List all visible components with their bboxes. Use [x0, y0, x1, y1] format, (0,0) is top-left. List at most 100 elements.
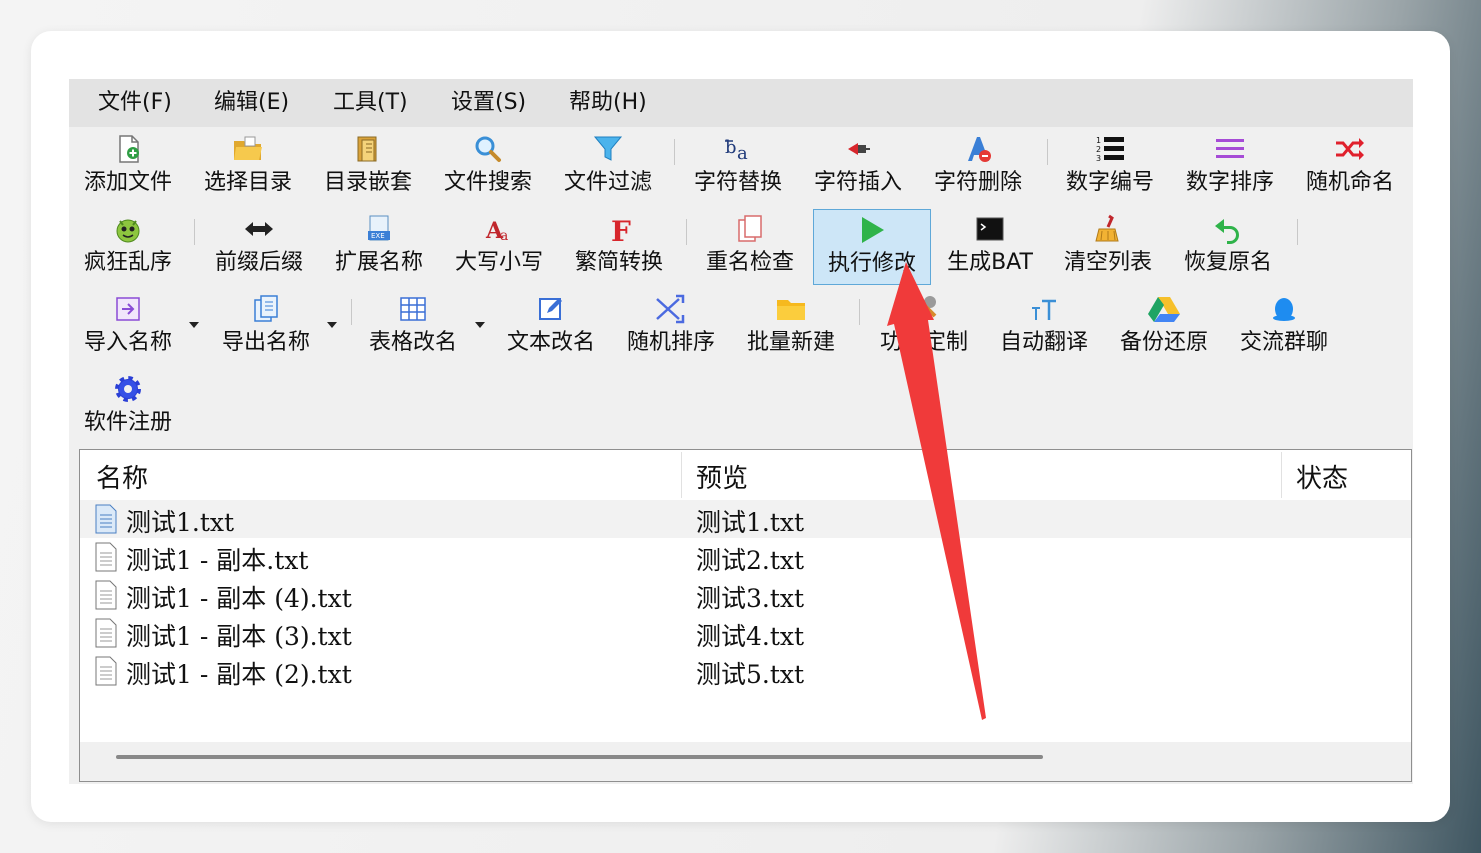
select-directory-button[interactable]: 选择目录 [189, 129, 307, 205]
copy-pages-icon [691, 213, 809, 249]
char-insert-label: 字符插入 [813, 170, 902, 195]
restore-name-button[interactable]: 恢复原名 [1169, 209, 1287, 285]
random-sort-icon [612, 293, 730, 329]
char-delete-button[interactable]: 字符删除 [919, 129, 1037, 205]
directory-nest-button[interactable]: 目录嵌套 [309, 129, 427, 205]
random-name-button[interactable]: 随机命名 [1291, 129, 1409, 205]
import-names-button[interactable]: 导入名称 [69, 289, 187, 365]
execute-change-button[interactable]: 执行修改 [813, 209, 931, 285]
menu-bar: 文件(F) 编辑(E) 工具(T) 设置(S) 帮助(H) [69, 79, 1413, 127]
file-name: 测试1.txt [126, 508, 235, 537]
extension-name-button[interactable]: EXE 扩展名称 [320, 209, 438, 285]
table-row[interactable]: 测试1 - 副本 (3).txt 测试4.txt [80, 614, 1411, 652]
file-preview: 测试5.txt [696, 660, 805, 689]
edit-pen-icon [492, 293, 610, 329]
software-register-button[interactable]: 软件注册 [69, 369, 187, 445]
svg-text:2: 2 [1096, 145, 1101, 154]
duplicate-check-button[interactable]: 重名检查 [691, 209, 809, 285]
menu-settings[interactable]: 设置(S) [451, 87, 526, 119]
chat-group-button[interactable]: 交流群聊 [1225, 289, 1343, 365]
toolbar-separator [1047, 139, 1048, 165]
char-insert-icon [799, 133, 917, 169]
crazy-shuffle-button[interactable]: 疯狂乱序 [69, 209, 187, 285]
file-filter-label: 文件过滤 [563, 170, 652, 195]
generate-bat-button[interactable]: 生成BAT [931, 209, 1049, 285]
export-names-button[interactable]: 导出名称 [207, 289, 325, 365]
backup-restore-button[interactable]: 备份还原 [1105, 289, 1223, 365]
chat-group-label: 交流群聊 [1239, 330, 1328, 355]
file-name: 测试1 - 副本 (4).txt [126, 584, 352, 613]
file-search-label: 文件搜索 [443, 170, 532, 195]
auto-translate-button[interactable]: 自动翻译 [985, 289, 1103, 365]
toolbar-separator [1297, 219, 1298, 245]
menu-help[interactable]: 帮助(H) [569, 87, 647, 119]
number-sequence-button[interactable]: 123 数字编号 [1051, 129, 1169, 205]
file-preview: 测试2.txt [696, 546, 805, 575]
import-names-label: 导入名称 [83, 330, 172, 355]
svg-text:EXE: EXE [371, 232, 385, 240]
svg-text:a: a [500, 228, 508, 244]
smiley-bug-icon [69, 213, 187, 249]
char-insert-button[interactable]: 字符插入 [799, 129, 917, 205]
file-list-view[interactable]: 名称 预览 状态 测试1.txt 测试1.txt 测试1 - 副本.txt 测试… [79, 449, 1412, 782]
crazy-shuffle-label: 疯狂乱序 [83, 250, 172, 275]
column-header-preview[interactable]: 预览 [696, 458, 748, 495]
char-replace-button[interactable]: ba 字符替换 [679, 129, 797, 205]
file-search-button[interactable]: 文件搜索 [429, 129, 547, 205]
export-dropdown-arrow[interactable] [327, 322, 337, 328]
qq-penguin-icon [1225, 293, 1343, 329]
import-dropdown-arrow[interactable] [189, 322, 199, 328]
play-icon [814, 214, 930, 250]
restore-name-label: 恢复原名 [1183, 250, 1272, 275]
text-rename-button[interactable]: 文本改名 [492, 289, 610, 365]
funnel-icon [549, 133, 667, 169]
text-file-icon [94, 656, 118, 690]
generate-bat-label: 生成BAT [947, 250, 1033, 275]
toolbar-separator [674, 139, 675, 165]
clear-list-button[interactable]: 清空列表 [1049, 209, 1167, 285]
case-convert-button[interactable]: Aa 大写小写 [440, 209, 558, 285]
column-header-status[interactable]: 状态 [1296, 458, 1348, 495]
table-row[interactable]: 测试1 - 副本 (4).txt 测试3.txt [80, 576, 1411, 614]
auto-translate-label: 自动翻译 [999, 330, 1088, 355]
export-doc-icon [207, 293, 325, 329]
table-row[interactable]: 测试1 - 副本.txt 测试2.txt [80, 538, 1411, 576]
horizontal-scrollbar[interactable] [80, 742, 1411, 781]
execute-change-label: 执行修改 [827, 251, 916, 276]
menu-edit[interactable]: 编辑(E) [214, 87, 289, 119]
customize-button[interactable]: 功能定制 [865, 289, 983, 365]
table-grid-icon [354, 293, 472, 329]
menu-file[interactable]: 文件(F) [98, 87, 172, 119]
shuffle-icon [1291, 133, 1409, 169]
table-row[interactable]: 测试1.txt 测试1.txt [80, 500, 1411, 538]
duplicate-check-label: 重名检查 [705, 250, 794, 275]
random-sort-button[interactable]: 随机排序 [612, 289, 730, 365]
toolbar-separator [194, 219, 195, 245]
table-rename-dropdown-arrow[interactable] [475, 322, 485, 328]
batch-create-button[interactable]: 批量新建 [732, 289, 850, 365]
search-icon [429, 133, 547, 169]
column-divider[interactable] [1281, 452, 1282, 498]
file-filter-button[interactable]: 文件过滤 [549, 129, 667, 205]
char-delete-icon [919, 133, 1037, 169]
text-rename-label: 文本改名 [506, 330, 595, 355]
trad-simp-label: 繁简转换 [574, 250, 663, 275]
svg-text:F: F [611, 215, 631, 245]
f-letter-icon: F [560, 213, 678, 249]
column-divider[interactable] [681, 452, 682, 498]
software-register-label: 软件注册 [83, 410, 172, 435]
table-row[interactable]: 测试1 - 副本 (2).txt 测试5.txt [80, 652, 1411, 690]
folder-icon [732, 293, 850, 329]
add-file-button[interactable]: 添加文件 [69, 129, 187, 205]
number-sort-button[interactable]: 数字排序 [1171, 129, 1289, 205]
column-header-name[interactable]: 名称 [96, 458, 148, 495]
text-file-icon [94, 542, 118, 576]
prefix-suffix-button[interactable]: 前缀后缀 [200, 209, 318, 285]
menu-tools[interactable]: 工具(T) [333, 87, 408, 119]
table-rename-button[interactable]: 表格改名 [354, 289, 472, 365]
trad-simp-button[interactable]: F 繁简转换 [560, 209, 678, 285]
open-folder-icon [189, 133, 307, 169]
scrollbar-thumb[interactable] [116, 755, 1043, 759]
broom-icon [1049, 213, 1167, 249]
svg-text:b: b [725, 137, 737, 158]
